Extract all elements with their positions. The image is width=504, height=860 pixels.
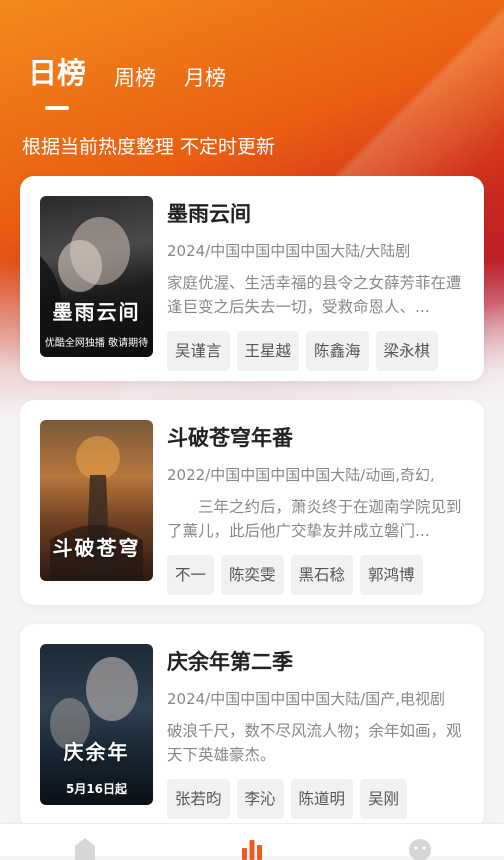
actor-tag[interactable]: 王星越 (236, 331, 300, 371)
poster-title: 庆余年 (63, 740, 130, 764)
actor-tag[interactable]: 李沁 (236, 779, 284, 819)
actor-list: 张若昀 李沁 陈道明 吴刚 (167, 779, 466, 819)
actor-tag[interactable]: 陈奕雯 (221, 555, 284, 595)
list-item[interactable]: 墨雨云间 优酷全网独播 敬请期待 墨雨云间 2024/中国中国中国中国大陆/大陆… (20, 176, 484, 381)
actor-tag[interactable]: 郭鸿博 (360, 555, 423, 595)
show-meta: 2024/中国中国中国中国大陆/大陆剧 (167, 242, 411, 260)
face-icon[interactable] (407, 834, 433, 860)
ranking-tabs: 日榜 周榜 月榜 (28, 50, 226, 92)
actor-tag[interactable]: 张若昀 (167, 779, 230, 819)
actor-tag[interactable]: 吴谨言 (167, 331, 230, 371)
poster-art (40, 217, 130, 357)
page-subtitle: 根据当前热度整理 不定时更新 (22, 136, 276, 158)
show-meta: 2024/中国中国中国中国大陆/国产,电视剧 (167, 690, 446, 708)
show-title[interactable]: 庆余年第二季 (167, 646, 466, 676)
bottom-nav (0, 823, 504, 860)
actor-tag[interactable]: 黑石稔 (290, 555, 354, 595)
list-item[interactable]: 庆余年 5月16日起 庆余年第二季 2024/中国中国中国中国大陆/国产,电视剧… (20, 624, 484, 829)
poster-image[interactable]: 斗破苍穹 (40, 420, 153, 581)
list-item[interactable]: 斗破苍穹 斗破苍穹年番 2022/中国中国中国中国大陆/动画,奇幻, 三年之约后… (20, 400, 484, 605)
home-icon[interactable] (72, 834, 98, 860)
show-description: 三年之约后，萧炎终于在迦南学院见到了薰儿，此后他广交挚友并成立磐门... (167, 498, 462, 540)
poster-image[interactable]: 庆余年 5月16日起 (40, 644, 153, 805)
actor-list: 不一 陈奕雯 黑石稔 郭鸿博 (167, 555, 466, 595)
tab-daily[interactable]: 日榜 (28, 50, 86, 92)
show-meta: 2022/中国中国中国中国大陆/动画,奇幻, (167, 466, 435, 484)
actor-tag[interactable]: 梁永棋 (375, 331, 439, 371)
poster-image[interactable]: 墨雨云间 优酷全网独播 敬请期待 (40, 196, 153, 357)
actor-tag[interactable]: 陈道明 (290, 779, 354, 819)
show-title[interactable]: 墨雨云间 (167, 198, 466, 228)
tab-monthly[interactable]: 月榜 (184, 62, 226, 92)
poster-caption: 5月16日起 (65, 782, 128, 796)
show-description: 家庭优渥、生活幸福的县令之女薛芳菲在遭逢巨变之后失去一切，受救命恩人、... (167, 274, 462, 316)
show-title[interactable]: 斗破苍穹年番 (167, 422, 466, 452)
actor-tag[interactable]: 吴刚 (360, 779, 408, 819)
show-description: 破浪千尺，数不尽风流人物；余年如画，观天下英雄豪杰。 (167, 722, 462, 764)
tab-weekly[interactable]: 周榜 (114, 62, 156, 92)
poster-caption: 优酷全网独播 敬请期待 (44, 338, 149, 349)
actor-list: 吴谨言 王星越 陈鑫海 梁永棋 (167, 331, 466, 371)
actor-tag[interactable]: 不一 (167, 555, 215, 595)
poster-title: 墨雨云间 (52, 300, 141, 324)
chart-icon[interactable] (239, 834, 265, 860)
actor-tag[interactable]: 陈鑫海 (306, 331, 369, 371)
poster-title: 斗破苍穹 (52, 536, 141, 560)
